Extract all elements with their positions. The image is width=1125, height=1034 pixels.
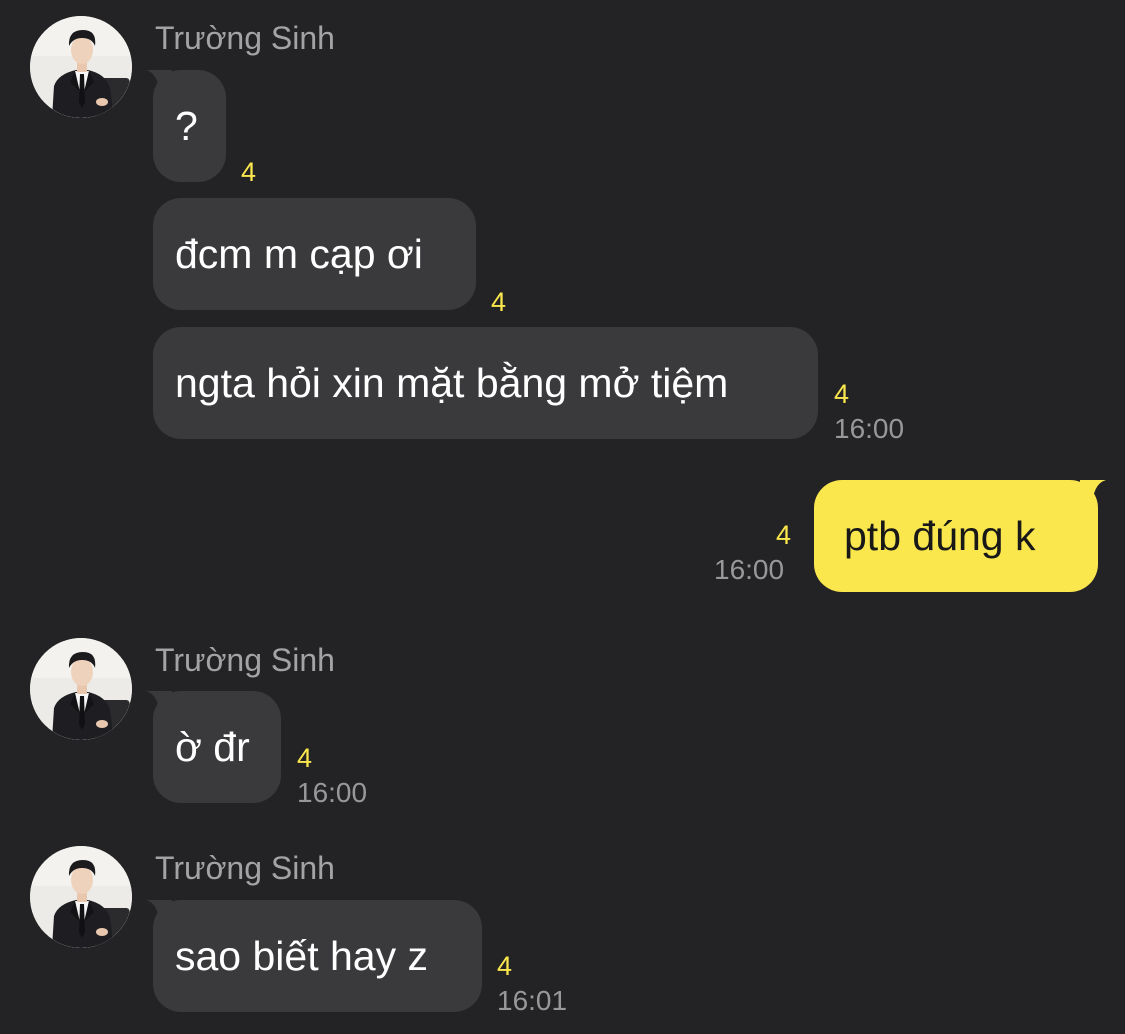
person-in-suit-avatar	[30, 846, 132, 948]
message-text: ptb đúng k	[844, 513, 1036, 559]
unread-count: 4	[297, 743, 313, 773]
sender-name[interactable]: Trường Sinh	[155, 642, 335, 678]
person-in-suit-avatar	[30, 638, 132, 740]
unread-count: 4	[497, 951, 513, 981]
message-bubble[interactable]: ?	[153, 70, 226, 182]
message-text: ngta hỏi xin mặt bằng mở tiệm	[175, 360, 729, 406]
message-time: 16:01	[497, 985, 568, 1016]
message-bubble[interactable]: đcm m cạp ơi	[153, 198, 476, 310]
message-time: 16:00	[834, 413, 905, 444]
message-time: 16:00	[714, 554, 785, 585]
message-bubble[interactable]: ờ đr	[153, 691, 281, 803]
message-text: ?	[175, 103, 198, 149]
unread-count: 4	[834, 379, 850, 409]
message-text: sao biết hay z	[175, 933, 428, 979]
sender-avatar[interactable]	[30, 846, 132, 948]
person-in-suit-avatar	[30, 16, 132, 118]
unread-count: 4	[776, 520, 792, 550]
sender-name[interactable]: Trường Sinh	[155, 20, 335, 56]
sender-name[interactable]: Trường Sinh	[155, 850, 335, 886]
unread-count: 4	[491, 287, 507, 317]
message-bubble[interactable]: sao biết hay z	[153, 900, 482, 1012]
message-text: đcm m cạp ơi	[175, 231, 423, 277]
message-bubble[interactable]: ptb đúng k	[814, 480, 1098, 592]
unread-count: 4	[241, 157, 257, 187]
message-bubble[interactable]: ngta hỏi xin mặt bằng mở tiệm	[153, 327, 818, 439]
message-time: 16:00	[297, 777, 368, 808]
sender-avatar[interactable]	[30, 16, 132, 118]
message-text: ờ đr	[175, 724, 250, 770]
sender-avatar[interactable]	[30, 638, 132, 740]
